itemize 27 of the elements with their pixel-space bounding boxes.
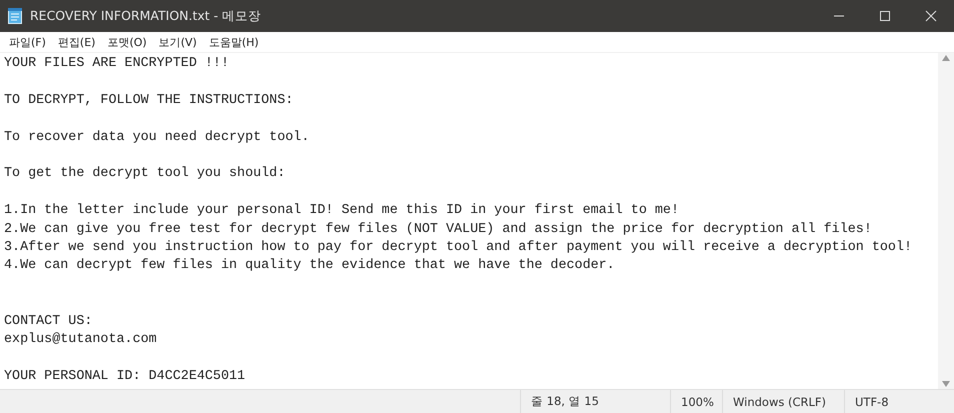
encoding: UTF-8 bbox=[844, 390, 954, 413]
text-line: YOUR PERSONAL ID: D4CC2E4C5011 bbox=[4, 368, 246, 386]
scroll-up-icon[interactable] bbox=[942, 55, 950, 61]
menu-item[interactable]: 포맷(O) bbox=[102, 32, 152, 52]
text-line: To get the decrypt tool you should: bbox=[4, 165, 286, 184]
menu-item[interactable]: 파일(F) bbox=[4, 32, 51, 52]
notepad-icon bbox=[8, 8, 22, 24]
text-line: To recover data you need decrypt tool. bbox=[4, 128, 310, 147]
text-line: 1.In the letter include your personal ID! Send me this ID in your first email to me! bbox=[4, 202, 680, 220]
scroll-down-icon[interactable] bbox=[942, 381, 950, 387]
text-line: TO DECRYPT, FOLLOW THE INSTRUCTIONS: bbox=[4, 92, 294, 110]
menu-item[interactable]: 보기(V) bbox=[154, 32, 202, 52]
text-line: explus@tutanota.com bbox=[4, 331, 158, 350]
close-icon bbox=[925, 10, 937, 22]
window-title: RECOVERY INFORMATION.txt - 메모장 bbox=[30, 8, 262, 24]
text-line: 2.We can give you free test for decrypt few files (NOT VALUE) and assign the price for decryption all files! bbox=[4, 220, 873, 239]
text-line: 4.We can decrypt few files in quality the evidence that we have the decoder. bbox=[4, 257, 616, 276]
line-ending: Windows (CRLF) bbox=[722, 390, 844, 413]
zoom-level: 100% bbox=[670, 390, 722, 413]
text-line: 3.After we send you instruction how to pay for decrypt tool and after payment you will receive a decryption tool! bbox=[4, 239, 914, 257]
text-line: CONTACT US: bbox=[4, 312, 94, 331]
menu-item[interactable]: 도움말(H) bbox=[204, 32, 264, 52]
scrollbar[interactable] bbox=[938, 53, 954, 389]
cursor-position: 줄 18, 열 15 bbox=[520, 390, 670, 413]
menu-item[interactable]: 편집(E) bbox=[52, 32, 100, 52]
text-line: YOUR FILES ARE ENCRYPTED !!! bbox=[4, 55, 230, 73]
maximize-icon bbox=[879, 10, 891, 22]
